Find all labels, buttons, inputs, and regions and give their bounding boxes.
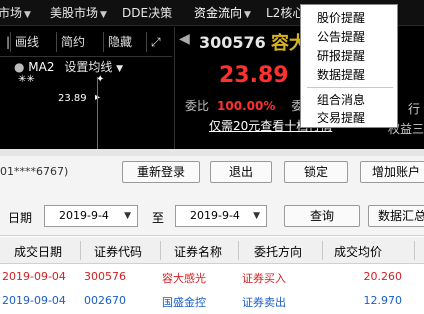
- simple-mode-button[interactable]: 简约: [56, 32, 85, 52]
- header-stock-code[interactable]: 证券代码: [94, 243, 142, 260]
- chevron-down-icon: ▼: [124, 211, 131, 221]
- alert-dropdown-menu: 股价提醒 公告提醒 研报提醒 数据提醒 组合消息 交易提醒: [300, 4, 398, 128]
- menu-l2-core-label: L2核心: [266, 6, 305, 20]
- relogin-button[interactable]: 重新登录: [122, 161, 200, 183]
- table-header: 成交日期 证券代码 证券名称 委托方向 成交均价: [0, 237, 424, 264]
- cell-avg-price: 20.260: [363, 270, 403, 283]
- chart-area[interactable]: ● MA2 设置均线 ▼ ✳✳ ✦ 23.89 ▸: [0, 56, 172, 149]
- chevron-left-icon[interactable]: ◀: [179, 31, 190, 47]
- menu-item-trade-alert[interactable]: 交易提醒: [317, 109, 365, 127]
- header-stock-name[interactable]: 证券名称: [174, 243, 222, 260]
- hide-button[interactable]: 隐藏: [103, 32, 132, 52]
- cell-name: 容大感光: [162, 272, 206, 285]
- table-row[interactable]: 2019-09-04 002670 国盛金控 证券卖出 12.970: [0, 289, 424, 313]
- legend-dot-icon: ●: [14, 60, 29, 74]
- end-date-value: 2019-9-4: [190, 209, 240, 222]
- account-id: 01****6767): [0, 165, 69, 178]
- query-filter-bar: 日期 2019-9-4 ▼ 至 2019-9-4 ▼ 查询 数据汇总: [0, 190, 424, 236]
- end-date-picker[interactable]: 2019-9-4 ▼: [175, 205, 267, 227]
- column-divider: [414, 241, 415, 260]
- menu-item-data-alert[interactable]: 数据提醒: [317, 66, 365, 84]
- table-row[interactable]: 2019-09-04 300576 容大感光 证券买入 20.260: [0, 265, 424, 289]
- menu-divider: [307, 87, 393, 88]
- menu-item-research-alert[interactable]: 研报提醒: [317, 47, 365, 65]
- cell-date: 2019-09-04: [2, 294, 66, 307]
- start-date-value: 2019-9-4: [59, 209, 109, 222]
- expand-icon[interactable]: ⤢: [146, 32, 161, 52]
- chevron-down-icon: ▼: [116, 64, 124, 74]
- menu-us-market[interactable]: 美股市场 ▼: [50, 0, 107, 26]
- header-avg-price[interactable]: 成交均价: [334, 243, 382, 260]
- side-label: 行: [408, 102, 421, 116]
- menu-market[interactable]: 市场 ▼: [0, 0, 31, 26]
- menu-l2-core[interactable]: L2核心: [266, 0, 304, 26]
- price-line: [97, 77, 98, 149]
- indicator-legend: ● MA2 设置均线 ▼: [14, 58, 123, 75]
- chevron-down-icon: ▼: [244, 10, 251, 20]
- chevron-down-icon: ▼: [100, 10, 107, 20]
- cell-name: 国盛金控: [162, 296, 206, 309]
- data-summary-button[interactable]: 数据汇总: [368, 205, 424, 227]
- chart-toolbar: | 画线 简约 隐藏 ⤢: [0, 27, 172, 56]
- cell-direction: 证券卖出: [242, 296, 286, 309]
- column-divider: [80, 241, 81, 260]
- to-label: 至: [152, 211, 165, 225]
- column-divider: [160, 241, 161, 260]
- indicator-name: MA2: [28, 60, 55, 74]
- column-divider: [238, 241, 239, 260]
- cell-code: 002670: [84, 294, 126, 307]
- last-price: 23.89: [219, 63, 289, 88]
- chevron-down-icon: ▼: [24, 10, 31, 20]
- trading-panel: 市场 ▼ 美股市场 ▼ DDE决策 资金流向 ▼ L2核心 | 画线 简约 隐藏 ⤢ …: [0, 0, 424, 149]
- menu-dde[interactable]: DDE决策: [122, 0, 172, 26]
- menu-us-market-label: 美股市场: [50, 6, 99, 20]
- draw-line-button[interactable]: 画线: [10, 32, 39, 52]
- menu-dde-label: DDE决策: [122, 6, 173, 20]
- bid-ratio-row: 委比100.00% 委量: [185, 97, 315, 114]
- chevron-down-icon: ▼: [253, 211, 260, 221]
- account-bar: 01****6767) 重新登录 退出 锁定 增加账户: [0, 156, 424, 190]
- menu-capital-flow[interactable]: 资金流向 ▼: [194, 0, 251, 26]
- cell-code: 300576: [84, 270, 126, 283]
- menu-capital-flow-label: 资金流向: [194, 6, 243, 20]
- bid-ratio-value: 100.00%: [217, 99, 276, 113]
- cell-direction: 证券买入: [242, 272, 286, 285]
- add-account-button[interactable]: 增加账户: [360, 161, 424, 183]
- ma-settings-link[interactable]: 设置均线: [64, 60, 112, 74]
- menu-item-portfolio-message[interactable]: 组合消息: [317, 91, 365, 109]
- menu-market-label: 市场: [0, 6, 23, 20]
- logout-button[interactable]: 退出: [210, 161, 272, 183]
- header-direction[interactable]: 委托方向: [254, 243, 302, 260]
- marker-icons: ✳✳: [18, 74, 35, 85]
- cell-avg-price: 12.970: [363, 294, 403, 307]
- header-trade-date[interactable]: 成交日期: [14, 243, 62, 260]
- divider: [0, 149, 424, 156]
- bid-ratio-label: 委比: [185, 99, 210, 113]
- toolbar-prefix: |: [6, 35, 11, 49]
- lock-button[interactable]: 锁定: [284, 161, 348, 183]
- query-button[interactable]: 查询: [284, 205, 360, 227]
- column-divider: [322, 241, 323, 260]
- price-marker: 23.89: [58, 93, 87, 104]
- stock-code: 300576: [199, 33, 266, 52]
- menu-item-announcement-alert[interactable]: 公告提醒: [317, 28, 365, 46]
- trade-table: 成交日期 证券代码 证券名称 委托方向 成交均价 2019-09-04 3005…: [0, 237, 424, 314]
- cell-date: 2019-09-04: [2, 270, 66, 283]
- menu-item-price-alert[interactable]: 股价提醒: [317, 9, 365, 27]
- start-date-picker[interactable]: 2019-9-4 ▼: [44, 205, 138, 227]
- date-label: 日期: [8, 211, 33, 225]
